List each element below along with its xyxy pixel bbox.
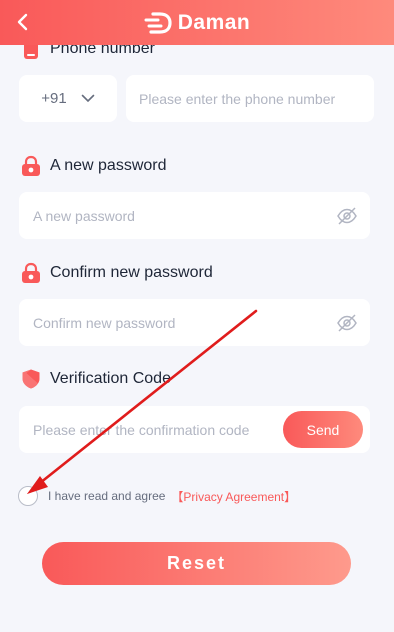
lock-icon (20, 155, 42, 177)
confirm-password-label: Confirm new password (50, 264, 213, 281)
country-code-select[interactable]: +91 (19, 75, 117, 122)
phone-input[interactable] (139, 90, 374, 107)
chevron-down-icon (81, 94, 95, 103)
verification-label-row: Verification Code (20, 368, 171, 390)
new-password-input[interactable] (33, 207, 326, 224)
phone-field (126, 75, 374, 122)
confirm-password-label-row: Confirm new password (20, 262, 213, 284)
confirm-password-input[interactable] (33, 314, 326, 331)
verification-label: Verification Code (50, 370, 171, 387)
agree-checkbox[interactable] (18, 486, 38, 506)
confirm-password-field (19, 299, 370, 346)
verification-code-input[interactable] (33, 421, 276, 438)
app-header: Daman (0, 0, 394, 45)
verification-field: Send (19, 406, 370, 453)
agreement-text: I have read and agree (48, 489, 166, 503)
lock-icon (20, 262, 42, 284)
back-button[interactable] (10, 9, 36, 35)
shield-icon (20, 368, 42, 390)
agreement-row: I have read and agree 【Privacy Agreement… (18, 486, 296, 506)
new-password-label-row: A new password (20, 155, 167, 177)
new-password-field (19, 192, 370, 239)
brand-logo: Daman (144, 11, 251, 35)
privacy-agreement-link[interactable]: 【Privacy Agreement】 (171, 488, 296, 505)
eye-off-icon[interactable] (336, 312, 358, 334)
brand-name: Daman (177, 10, 251, 34)
daman-logo-icon (144, 11, 172, 34)
country-code-value: +91 (41, 90, 67, 107)
eye-off-icon[interactable] (336, 205, 358, 227)
reset-button[interactable]: Reset (42, 542, 351, 585)
send-code-button[interactable]: Send (283, 411, 363, 448)
chevron-left-icon (17, 13, 28, 31)
new-password-label: A new password (50, 157, 167, 174)
